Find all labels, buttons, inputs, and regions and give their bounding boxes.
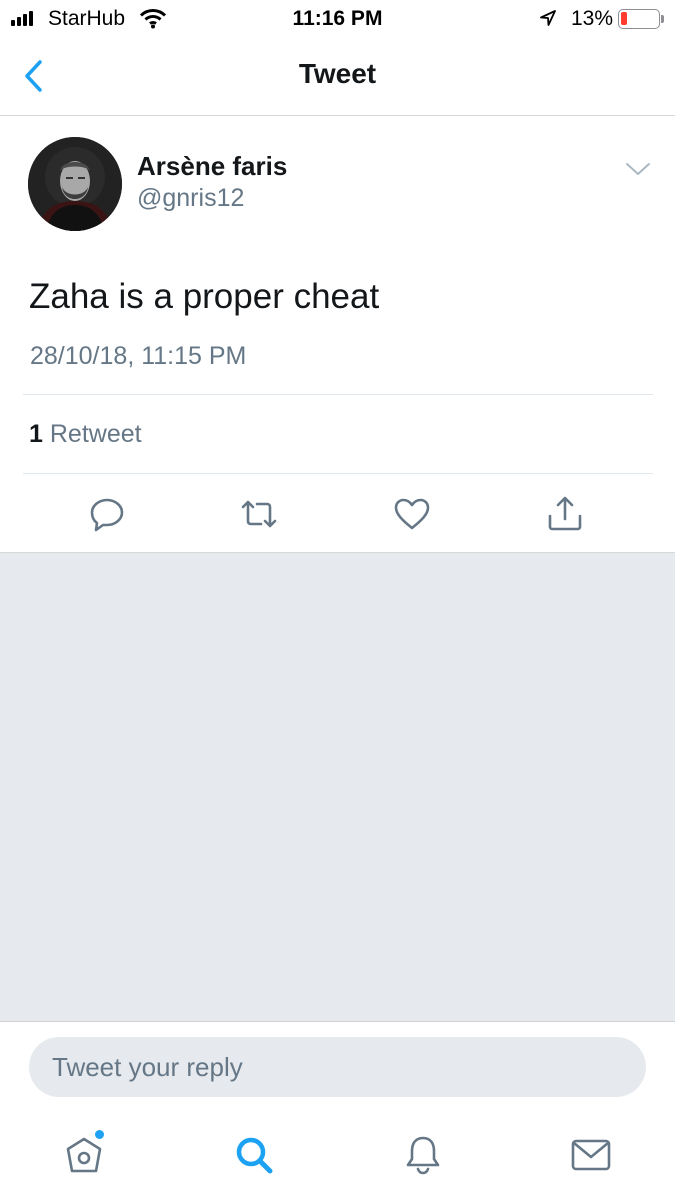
notifications-icon[interactable] — [401, 1133, 445, 1177]
reply-input[interactable] — [29, 1037, 646, 1097]
share-icon[interactable] — [545, 494, 585, 534]
nav-bar: Tweet — [0, 40, 675, 116]
divider — [23, 394, 653, 395]
messages-icon[interactable] — [569, 1133, 613, 1177]
page-title: Tweet — [298, 58, 377, 89]
like-icon[interactable] — [392, 494, 432, 534]
notification-dot — [95, 1130, 104, 1139]
search-icon[interactable] — [232, 1133, 276, 1177]
chevron-down-icon[interactable] — [624, 160, 652, 178]
avatar[interactable] — [28, 137, 122, 231]
tweet-timestamp: 28/10/18, 11:15 PM — [30, 342, 247, 370]
location-icon — [540, 10, 556, 26]
author-name[interactable]: Arsène faris — [137, 151, 287, 182]
retweet-count: 1 — [29, 420, 43, 448]
battery-percent: 13% — [571, 7, 614, 30]
home-icon[interactable] — [62, 1133, 106, 1177]
battery-icon — [618, 9, 660, 29]
tweet-text: Zaha is a proper cheat — [29, 277, 380, 316]
author-handle[interactable]: @gnris12 — [137, 184, 244, 213]
retweet-label: Retweet — [49, 420, 142, 448]
reply-icon[interactable] — [87, 494, 127, 534]
retweet-icon[interactable] — [239, 494, 279, 534]
divider — [23, 473, 653, 474]
empty-replies-area — [0, 552, 675, 1022]
avatar-image — [28, 137, 122, 231]
status-bar: StarHub 11:16 PM 13% — [0, 0, 675, 40]
reply-box[interactable] — [29, 1037, 646, 1097]
retweet-stats[interactable]: 1 Retweet — [29, 420, 142, 449]
